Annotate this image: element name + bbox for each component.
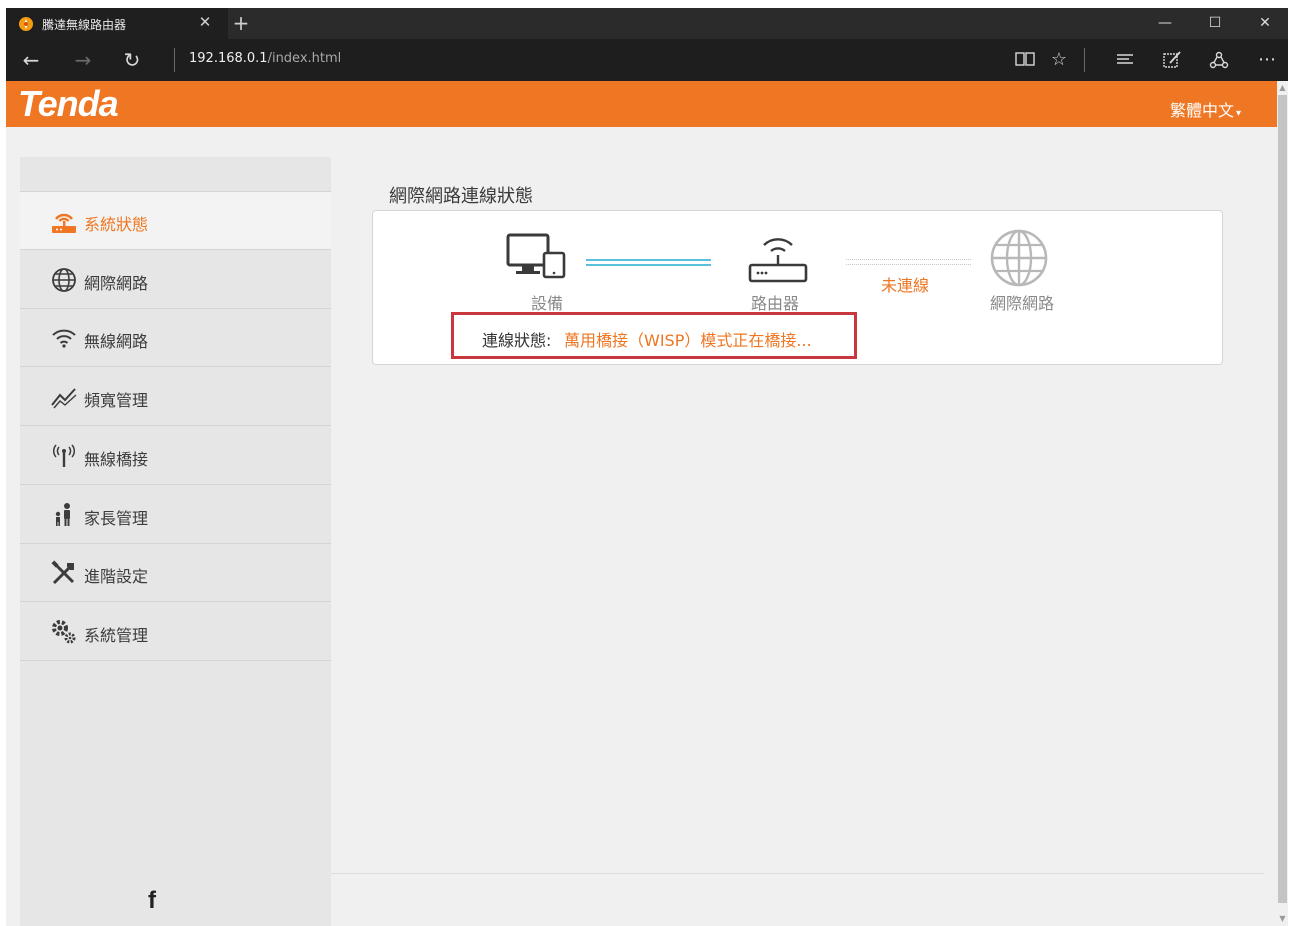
wifi-icon	[52, 329, 76, 348]
tab-title: 騰達無線路由器	[42, 18, 127, 32]
new-tab-button[interactable]: +	[230, 10, 252, 36]
node-label-router: 路由器	[751, 294, 800, 313]
address-bar[interactable]: 192.168.0.1/index.html	[189, 51, 341, 66]
parent-child-icon	[55, 503, 70, 526]
maximize-button[interactable]: ☐	[1192, 8, 1238, 39]
bandwidth-icon	[51, 388, 77, 409]
router-internet-link	[846, 264, 971, 266]
sidebar-item-label: 無線網路	[84, 332, 149, 351]
gears-icon	[52, 620, 76, 644]
connection-status-value: 萬用橋接（WISP）模式正在橋接...	[564, 331, 812, 350]
sidebar-item-label: 無線橋接	[84, 450, 149, 469]
router-icon	[748, 238, 808, 283]
sidebar-item-label: 系統管理	[84, 626, 149, 645]
tab-close-icon[interactable]: ✕	[196, 13, 214, 31]
web-note-icon[interactable]	[1157, 45, 1187, 75]
sidebar-item-wireless[interactable]: 無線網路	[20, 309, 331, 367]
language-label: 繁體中文	[1169, 101, 1234, 120]
globe-icon	[52, 268, 76, 292]
sidebar-item-label: 進階設定	[84, 567, 149, 586]
sidebar-item-system-status[interactable]: 系統狀態	[20, 192, 331, 250]
page-scrollbar[interactable]: ▲ ▼	[1277, 81, 1288, 926]
favorite-star-icon[interactable]: ☆	[1044, 45, 1074, 75]
wan-status-text: 未連線	[881, 276, 930, 295]
sidebar-item-bandwidth[interactable]: 頻寬管理	[20, 368, 331, 426]
scrollbar-thumb[interactable]	[1278, 95, 1287, 903]
antenna-icon	[52, 444, 76, 467]
share-icon[interactable]	[1204, 45, 1234, 75]
node-label-internet: 網際網路	[990, 294, 1055, 313]
sidebar-item-parental-control[interactable]: 家長管理	[20, 486, 331, 544]
sidebar-item-label: 網際網路	[84, 274, 149, 293]
node-label-device: 設備	[531, 294, 564, 313]
connection-status-highlight: 連線狀態: 萬用橋接（WISP）模式正在橋接...	[451, 312, 857, 359]
scroll-down-arrow-icon[interactable]: ▼	[1277, 912, 1288, 926]
device-router-link	[586, 259, 711, 261]
url-separator	[174, 48, 175, 72]
sidebar-item-label: 系統狀態	[84, 215, 149, 234]
tenda-favicon-icon	[19, 17, 33, 31]
device-router-link	[586, 264, 711, 266]
tenda-logo: Tenda	[18, 83, 119, 124]
reading-view-icon[interactable]	[1010, 45, 1040, 75]
toolbar-separator	[1084, 48, 1085, 72]
more-options-icon[interactable]: ⋯	[1252, 45, 1282, 75]
sidebar-item-advanced[interactable]: 進階設定	[20, 544, 331, 602]
internet-globe-icon	[990, 229, 1048, 287]
sidebar-item-internet[interactable]: 網際網路	[20, 251, 331, 309]
url-path: /index.html	[267, 51, 342, 66]
back-arrow-icon[interactable]: ←	[16, 45, 46, 75]
router-admin-page: Tenda 繁體中文 ▾ 系統狀態 網際網路 無線網路 頻寬管理 無線橋接 家長…	[6, 81, 1277, 926]
sidebar-item-label: 家長管理	[84, 509, 149, 528]
minimize-button[interactable]: —	[1142, 8, 1188, 39]
sidebar: 系統狀態 網際網路 無線網路 頻寬管理 無線橋接 家長管理 進階設定 系統管理 …	[20, 157, 331, 926]
chevron-down-icon: ▾	[1235, 108, 1241, 119]
language-selector[interactable]: 繁體中文 ▾	[1170, 97, 1241, 121]
hub-menu-icon[interactable]	[1110, 45, 1140, 75]
sidebar-item-label: 頻寬管理	[84, 391, 149, 410]
facebook-icon[interactable]: f	[144, 887, 160, 914]
sidebar-item-system-management[interactable]: 系統管理	[20, 603, 331, 661]
page-header: Tenda 繁體中文 ▾	[6, 81, 1277, 127]
url-host: 192.168.0.1	[189, 51, 268, 66]
browser-tab[interactable]: 騰達無線路由器 ✕	[6, 8, 228, 39]
connection-status-label: 連線狀態:	[482, 331, 552, 350]
forward-arrow-icon[interactable]: →	[68, 45, 98, 75]
router-internet-link	[846, 259, 971, 261]
refresh-icon[interactable]: ↻	[117, 45, 147, 75]
scroll-up-arrow-icon[interactable]: ▲	[1277, 81, 1288, 95]
tools-icon	[51, 560, 75, 585]
device-icon	[506, 233, 566, 279]
browser-nav-bar: ← → ↻ 192.168.0.1/index.html ☆ ⋯	[6, 39, 1288, 81]
sidebar-item-wireless-bridge[interactable]: 無線橋接	[20, 427, 331, 485]
close-window-button[interactable]: ✕	[1242, 8, 1288, 39]
browser-tab-bar: 騰達無線路由器 ✕ + — ☐ ✕	[6, 8, 1288, 39]
router-status-icon	[52, 213, 76, 233]
section-title: 網際網路連線狀態	[389, 186, 533, 207]
content-footer-divider	[331, 873, 1264, 874]
